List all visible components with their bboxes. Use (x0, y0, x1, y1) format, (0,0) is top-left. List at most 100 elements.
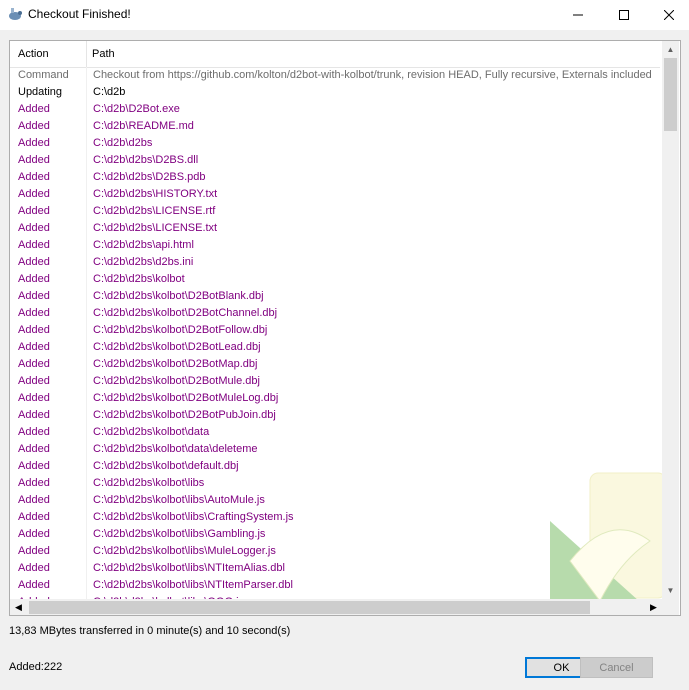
title-bar: Checkout Finished! (0, 0, 689, 30)
list-row[interactable]: Added C:\d2b\d2bs\kolbot\D2BotChannel.dbj (10, 305, 660, 322)
list-row[interactable]: Added C:\d2b\d2bs\kolbot\D2BotFollow.dbj (10, 322, 660, 339)
list-row[interactable]: Added C:\d2b\D2Bot.exe (10, 101, 660, 118)
list-row[interactable]: Added C:\d2b\d2bs\kolbot\libs\CraftingSys… (10, 509, 660, 526)
row-path: C:\d2b\d2bs\kolbot\D2BotMuleLog.dbj (93, 392, 279, 404)
row-path: C:\d2b\d2bs\D2BS.dll (93, 154, 199, 166)
row-action: Updating (18, 86, 63, 98)
tortoise-app-icon (9, 8, 22, 20)
row-action: Added (18, 579, 50, 591)
row-action: Added (18, 562, 50, 574)
list-row[interactable]: Added C:\d2b\d2bs\D2BS.pdb (10, 169, 660, 186)
close-icon (664, 10, 674, 20)
list-row[interactable]: Added C:\d2b\d2bs\kolbot\libs\Gambling.js (10, 526, 660, 543)
list-row[interactable]: Added C:\d2b\d2bs\kolbot\libs\MuleLogger.… (10, 543, 660, 560)
row-action: Added (18, 103, 50, 115)
row-action: Added (18, 239, 50, 251)
row-path: C:\d2b (93, 86, 126, 98)
row-path: C:\d2b\d2bs\kolbot\libs\AutoMule.js (93, 494, 265, 506)
scroll-right-arrow-icon[interactable]: ▶ (645, 599, 662, 615)
list-header: Action Path (10, 41, 660, 68)
list-row[interactable]: Added C:\d2b\d2bs\kolbot\D2BotBlank.dbj (10, 288, 660, 305)
row-action: Added (18, 409, 50, 421)
row-path: C:\d2b\d2bs\HISTORY.txt (93, 188, 218, 200)
list-row[interactable]: Added C:\d2b\d2bs\kolbot\libs\AutoMule.js (10, 492, 660, 509)
maximize-button[interactable] (601, 0, 647, 30)
row-action: Added (18, 154, 50, 166)
close-button[interactable] (646, 0, 689, 30)
column-divider[interactable] (86, 41, 87, 67)
list-row[interactable]: Added C:\d2b\d2bs\kolbot\data (10, 424, 660, 441)
list-row[interactable]: Added C:\d2b\d2bs\kolbot\default.dbj (10, 458, 660, 475)
list-row[interactable]: Added C:\d2b\d2bs\HISTORY.txt (10, 186, 660, 203)
scroll-up-arrow-icon[interactable]: ▲ (662, 41, 679, 58)
row-action: Added (18, 443, 50, 455)
row-path: C:\d2b\d2bs\kolbot\libs\MuleLogger.js (93, 545, 276, 557)
row-action: Added (18, 341, 50, 353)
row-action: Added (18, 494, 50, 506)
list-row[interactable]: Added C:\d2b\d2bs\kolbot\libs (10, 475, 660, 492)
vertical-scrollbar[interactable]: ▲ ▼ (662, 41, 679, 599)
row-path: C:\d2b\d2bs\kolbot\D2BotBlank.dbj (93, 290, 264, 302)
row-action: Added (18, 358, 50, 370)
row-path: C:\d2b\d2bs\kolbot\default.dbj (93, 460, 239, 472)
minimize-icon (573, 14, 583, 16)
row-action: Added (18, 290, 50, 302)
row-action: Added (18, 426, 50, 438)
minimize-button[interactable] (555, 0, 601, 30)
row-path: C:\d2b\d2bs\kolbot\D2BotLead.dbj (93, 341, 261, 353)
row-action: Added (18, 477, 50, 489)
list-row[interactable]: Added C:\d2b\d2bs\kolbot (10, 271, 660, 288)
list-row[interactable]: Added C:\d2b\d2bs\d2bs.ini (10, 254, 660, 271)
list-row[interactable]: Added C:\d2b\d2bs\LICENSE.rtf (10, 203, 660, 220)
list-row[interactable]: Added C:\d2b\d2bs\kolbot\D2BotMap.dbj (10, 356, 660, 373)
row-action: Added (18, 273, 50, 285)
row-path: C:\d2b\d2bs (93, 137, 153, 149)
row-path: C:\d2b\d2bs\kolbot\libs\NTItemParser.dbl (93, 579, 293, 591)
list-row[interactable]: Added C:\d2b\d2bs\kolbot\libs\NTItemParse… (10, 577, 660, 594)
row-path: C:\d2b\d2bs\kolbot\D2BotPubJoin.dbj (93, 409, 276, 421)
row-path: C:\d2b\d2bs\kolbot\libs\NTItemAlias.dbl (93, 562, 285, 574)
row-action: Added (18, 460, 50, 472)
scroll-left-arrow-icon[interactable]: ◀ (10, 599, 27, 615)
row-path: C:\d2b\d2bs\kolbot\D2BotMule.dbj (93, 375, 260, 387)
list-row[interactable]: Added C:\d2b\d2bs\LICENSE.txt (10, 220, 660, 237)
list-row[interactable]: Added C:\d2b\d2bs\D2BS.dll (10, 152, 660, 169)
row-path: C:\d2b\d2bs\kolbot\libs (93, 477, 205, 489)
cancel-button[interactable]: Cancel (580, 657, 653, 678)
transfer-status: 13,83 MBytes transferred in 0 minute(s) … (9, 625, 291, 637)
row-path: C:\d2b\d2bs\api.html (93, 239, 194, 251)
row-path: C:\d2b\D2Bot.exe (93, 103, 180, 115)
list-row[interactable]: Added C:\d2b\d2bs\kolbot\D2BotPubJoin.dbj (10, 407, 660, 424)
column-header-action[interactable]: Action (18, 48, 49, 60)
horizontal-scroll-thumb[interactable] (29, 601, 590, 614)
row-path: C:\d2b\d2bs\kolbot\D2BotMap.dbj (93, 358, 258, 370)
list-row[interactable]: Added C:\d2b\d2bs\kolbot\D2BotMuleLog.dbj (10, 390, 660, 407)
list-row[interactable]: Added C:\d2b\d2bs\kolbot\D2BotLead.dbj (10, 339, 660, 356)
list-rows: Command Checkout from https://github.com/… (10, 67, 660, 601)
window-title: Checkout Finished! (28, 7, 131, 21)
list-row[interactable]: Added C:\d2b\README.md (10, 118, 660, 135)
row-path: C:\d2b\d2bs\kolbot\libs\Gambling.js (93, 528, 266, 540)
list-row[interactable]: Added C:\d2b\d2bs\api.html (10, 237, 660, 254)
row-path: C:\d2b\d2bs\kolbot\D2BotChannel.dbj (93, 307, 278, 319)
horizontal-scrollbar[interactable]: ◀ ▶ (10, 599, 662, 615)
column-header-path[interactable]: Path (92, 48, 115, 60)
list-row[interactable]: Added C:\d2b\d2bs (10, 135, 660, 152)
row-action: Added (18, 324, 50, 336)
scrollbar-corner (662, 599, 679, 615)
row-path: C:\d2b\d2bs\kolbot\libs\CraftingSystem.j… (93, 511, 294, 523)
vertical-scroll-thumb[interactable] (664, 58, 677, 131)
row-action: Added (18, 375, 50, 387)
scroll-down-arrow-icon[interactable]: ▼ (662, 582, 679, 599)
list-row[interactable]: Command Checkout from https://github.com/… (10, 67, 660, 84)
list-row[interactable]: Updating C:\d2b (10, 84, 660, 101)
list-row[interactable]: Added C:\d2b\d2bs\kolbot\D2BotMule.dbj (10, 373, 660, 390)
list-row[interactable]: Added C:\d2b\d2bs\kolbot\data\deleteme (10, 441, 660, 458)
row-path: C:\d2b\d2bs\kolbot\data\deleteme (93, 443, 258, 455)
row-path: C:\d2b\README.md (93, 120, 194, 132)
row-action: Added (18, 120, 50, 132)
list-row[interactable]: Added C:\d2b\d2bs\kolbot\libs\NTItemAlias… (10, 560, 660, 577)
action-list[interactable]: Action Path Command Checkout from https:/… (9, 40, 681, 616)
row-action: Added (18, 222, 50, 234)
row-action: Added (18, 307, 50, 319)
